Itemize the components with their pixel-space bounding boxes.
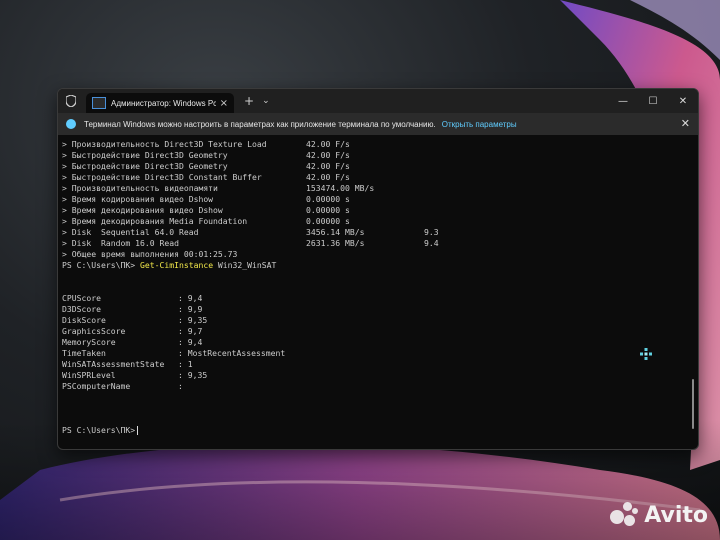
shield-icon bbox=[62, 92, 80, 110]
winsat-name: > Производительность Direct3D Texture Lo… bbox=[62, 139, 267, 149]
cim-properties: CPUScore : 9,4 D3DScore : 9,9 DiskScore : 9,3… bbox=[62, 293, 698, 392]
property-line: CPUScore : 9,4 bbox=[62, 293, 698, 304]
winsat-name: > Производительность видеопамяти bbox=[62, 183, 218, 193]
close-button[interactable]: ✕ bbox=[668, 96, 698, 107]
terminal-tab[interactable]: Администратор: Windows Pc × bbox=[86, 93, 234, 113]
info-close-icon[interactable]: ✕ bbox=[681, 117, 690, 130]
winsat-value: 42.00 F/s bbox=[306, 172, 350, 182]
winsat-line: > Время декодирования видео Dshow 0.00000… bbox=[62, 205, 698, 216]
property-value: : 9,35 bbox=[178, 370, 208, 380]
winsat-line: > Быстродействие Direct3D Constant Buffe… bbox=[62, 172, 698, 183]
scrollbar[interactable] bbox=[692, 379, 694, 429]
property-name: D3DScore bbox=[62, 304, 101, 314]
info-text: Терминал Windows можно настроить в парам… bbox=[84, 119, 436, 129]
tab-title: Администратор: Windows Pc bbox=[111, 98, 216, 108]
window-controls: — ☐ ✕ bbox=[608, 89, 698, 113]
current-prompt-line[interactable]: PS C:\Users\ПК> bbox=[62, 425, 698, 436]
property-value: : 9,35 bbox=[178, 315, 208, 325]
winsat-name: > Disk Sequential 64.0 Read bbox=[62, 227, 199, 237]
property-line: GraphicsScore : 9,7 bbox=[62, 326, 698, 337]
winsat-line: > Производительность Direct3D Texture Lo… bbox=[62, 139, 698, 150]
property-name: DiskScore bbox=[62, 315, 106, 325]
open-settings-link[interactable]: Открыть параметры bbox=[442, 120, 517, 129]
command-argument: Win32_WinSAT bbox=[213, 260, 277, 270]
property-line: MemoryScore : 9,4 bbox=[62, 337, 698, 348]
winsat-value: 3456.14 MB/s bbox=[306, 227, 365, 237]
tab-close-icon[interactable]: × bbox=[220, 98, 228, 109]
chevron-down-icon[interactable]: ⌄ bbox=[262, 96, 270, 106]
property-line: PSComputerName: bbox=[62, 381, 698, 392]
winsat-line: > Время декодирования Media Foundation 0.… bbox=[62, 216, 698, 227]
command-name: Get-CimInstance bbox=[139, 260, 214, 270]
terminal-window[interactable]: Администратор: Windows Pc × + ⌄ — ☐ ✕ Те… bbox=[57, 88, 699, 450]
avito-brand-text: Avito bbox=[644, 502, 708, 528]
property-name: TimeTaken bbox=[62, 348, 106, 358]
winsat-name: > Быстродействие Direct3D Geometry bbox=[62, 161, 228, 171]
property-value: : 1 bbox=[178, 359, 193, 369]
property-value: : MostRecentAssessment bbox=[178, 348, 286, 358]
property-value: : bbox=[178, 381, 183, 391]
winsat-value: 42.00 F/s bbox=[306, 161, 350, 171]
avito-watermark: Avito bbox=[610, 502, 708, 528]
property-line: TimeTaken : MostRecentAssessment bbox=[62, 348, 698, 359]
winsat-results: > Производительность Direct3D Texture Lo… bbox=[62, 139, 698, 249]
winsat-value: 153474.00 MB/s bbox=[306, 183, 375, 193]
total-time-line: > Общее время выполнения 00:01:25.73 bbox=[62, 249, 238, 259]
winsat-line: > Disk Sequential 64.0 Read 3456.14 MB/s 9… bbox=[62, 227, 698, 238]
property-name: GraphicsScore bbox=[62, 326, 126, 336]
winsat-value: 0.00000 s bbox=[306, 194, 350, 204]
title-bar[interactable]: Администратор: Windows Pc × + ⌄ — ☐ ✕ bbox=[58, 89, 698, 113]
winsat-name: > Disk Random 16.0 Read bbox=[62, 238, 179, 248]
move-cursor-icon bbox=[640, 345, 652, 364]
property-line: DiskScore : 9,35 bbox=[62, 315, 698, 326]
winsat-name: > Время декодирования Media Foundation bbox=[62, 216, 248, 226]
winsat-line: > Время кодирования видео Dshow 0.00000 s bbox=[62, 194, 698, 205]
winsat-line: > Быстродействие Direct3D Geometry 42.00 … bbox=[62, 150, 698, 161]
prompt: PS C:\Users\ПК> bbox=[62, 260, 140, 270]
winsat-value: 42.00 F/s bbox=[306, 139, 350, 149]
winsat-name: > Время декодирования видео Dshow bbox=[62, 205, 223, 215]
command-line: PS C:\Users\ПК> Get-CimInstance Win32_Wi… bbox=[62, 260, 698, 271]
property-value: : 9,4 bbox=[178, 337, 203, 347]
property-line: WinSATAssessmentState : 1 bbox=[62, 359, 698, 370]
winsat-value: 0.00000 s bbox=[306, 205, 350, 215]
winsat-line: > Быстродействие Direct3D Geometry 42.00 … bbox=[62, 161, 698, 172]
winsat-value: 42.00 F/s bbox=[306, 150, 350, 160]
property-name: MemoryScore bbox=[62, 337, 116, 347]
property-line: WinSPRLevel : 9,35 bbox=[62, 370, 698, 381]
text-cursor bbox=[137, 426, 139, 435]
property-value: : 9,7 bbox=[178, 326, 203, 336]
winsat-line: > Производительность видеопамяти 153474.0… bbox=[62, 183, 698, 194]
winsat-score: 9.4 bbox=[424, 238, 439, 248]
new-tab-button[interactable]: + bbox=[244, 94, 254, 108]
prompt: PS C:\Users\ПК> bbox=[62, 425, 136, 435]
winsat-value: 0.00000 s bbox=[306, 216, 350, 226]
property-value: : 9,9 bbox=[178, 304, 203, 314]
info-icon bbox=[66, 119, 76, 129]
property-line: D3DScore : 9,9 bbox=[62, 304, 698, 315]
property-value: : 9,4 bbox=[178, 293, 203, 303]
property-name: PSComputerName bbox=[62, 381, 131, 391]
console-output[interactable]: > Производительность Direct3D Texture Lo… bbox=[58, 135, 698, 436]
property-name: WinSATAssessmentState bbox=[62, 359, 165, 369]
winsat-line: > Disk Random 16.0 Read 2631.36 MB/s 9.4 bbox=[62, 238, 698, 249]
winsat-name: > Быстродействие Direct3D Geometry bbox=[62, 150, 228, 160]
minimize-button[interactable]: — bbox=[608, 96, 638, 107]
powershell-icon bbox=[92, 97, 106, 109]
info-bar: Терминал Windows можно настроить в парам… bbox=[58, 113, 698, 135]
winsat-value: 2631.36 MB/s bbox=[306, 238, 365, 248]
winsat-score: 9.3 bbox=[424, 227, 439, 237]
property-name: CPUScore bbox=[62, 293, 101, 303]
winsat-name: > Время кодирования видео Dshow bbox=[62, 194, 214, 204]
winsat-name: > Быстродействие Direct3D Constant Buffe… bbox=[62, 172, 262, 182]
property-name: WinSPRLevel bbox=[62, 370, 116, 380]
maximize-button[interactable]: ☐ bbox=[638, 96, 668, 107]
avito-logo-icon bbox=[610, 502, 640, 528]
